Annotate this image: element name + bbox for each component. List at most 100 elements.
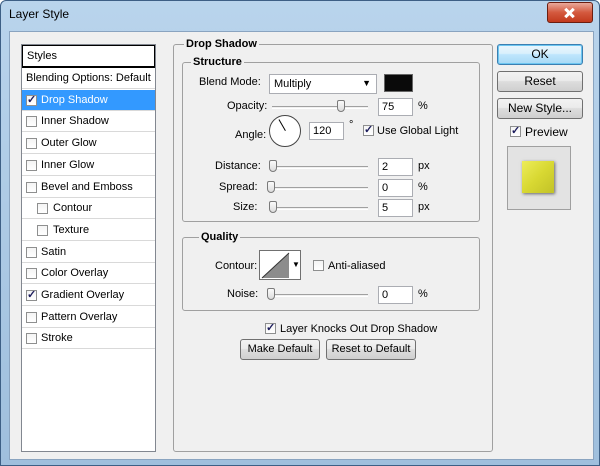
size-slider-thumb[interactable] (269, 201, 277, 213)
style-item-label: Outer Glow (41, 137, 97, 150)
style-checkbox[interactable] (37, 203, 48, 215)
contour-curve-icon (261, 252, 290, 279)
window-title: Layer Style (9, 7, 70, 21)
style-checkbox[interactable] (26, 93, 37, 106)
styles-list-header[interactable]: Styles (22, 45, 155, 68)
style-item-label: Bevel and Emboss (41, 180, 133, 193)
preview-label: Preview (525, 125, 568, 139)
style-item-inner-shadow[interactable]: Inner Shadow (22, 111, 155, 133)
style-item-label: Blending Options: Default (26, 72, 151, 84)
style-item-label: Drop Shadow (41, 93, 108, 106)
style-checkbox[interactable] (26, 159, 37, 171)
distance-input[interactable]: 2 (378, 158, 413, 176)
noise-input[interactable]: 0 (378, 286, 413, 304)
opacity-label: Opacity: (227, 100, 268, 112)
angle-needle (278, 119, 286, 131)
style-item-label: Stroke (41, 332, 73, 345)
style-checkbox[interactable] (26, 138, 37, 150)
style-item-color-overlay[interactable]: Color Overlay (22, 263, 155, 285)
shadow-color-swatch[interactable] (384, 74, 413, 92)
style-item-pattern-overlay[interactable]: Pattern Overlay (22, 307, 155, 328)
size-input[interactable]: 5 (378, 199, 413, 217)
style-item-stroke[interactable]: Stroke (22, 328, 155, 350)
distance-label: Distance: (215, 160, 261, 172)
style-checkbox[interactable] (26, 311, 37, 323)
style-checkbox[interactable] (26, 288, 37, 301)
size-slider-track[interactable] (272, 207, 368, 210)
angle-unit: ° (349, 119, 354, 131)
spread-unit: % (418, 181, 428, 193)
spread-value: 0 (382, 182, 389, 194)
new-style-button[interactable]: New Style... (497, 98, 583, 119)
noise-unit: % (418, 288, 428, 300)
chevron-down-icon: ▼ (292, 260, 300, 269)
title-bar[interactable]: Layer Style (1, 1, 599, 29)
preview-checkbox[interactable] (510, 124, 521, 137)
ok-button[interactable]: OK (497, 44, 583, 65)
style-checkbox[interactable] (26, 268, 37, 280)
angle-value: 120 (313, 125, 332, 137)
styles-header-label: Styles (27, 50, 57, 62)
style-checkbox[interactable] (26, 333, 37, 345)
style-item-label: Inner Glow (41, 158, 95, 171)
style-item-gradient-overlay[interactable]: Gradient Overlay (22, 285, 155, 306)
use-global-light-label: Use Global Light (377, 125, 459, 137)
style-item-label: Texture (53, 223, 90, 236)
spread-input[interactable]: 0 (378, 179, 413, 197)
reset-to-default-button[interactable]: Reset to Default (326, 339, 416, 360)
layer-knocks-out-checkbox[interactable] (265, 321, 276, 334)
noise-value: 0 (382, 289, 389, 301)
size-unit: px (418, 201, 430, 213)
distance-slider-thumb[interactable] (269, 160, 277, 172)
opacity-slider-thumb[interactable] (337, 100, 346, 112)
layer-style-dialog: Layer Style Styles Blending Options: Def… (0, 0, 600, 466)
style-checkbox[interactable] (37, 224, 48, 236)
angle-dial[interactable] (269, 115, 301, 147)
style-item-label: Contour (53, 202, 93, 215)
spread-slider-thumb[interactable] (267, 181, 275, 193)
angle-label: Angle: (235, 129, 267, 141)
style-item-blending-options-default[interactable]: Blending Options: Default (22, 68, 155, 89)
style-checkbox[interactable] (26, 246, 37, 258)
structure-title: Structure (191, 56, 244, 68)
style-item-drop-shadow[interactable]: Drop Shadow (22, 89, 155, 111)
style-item-contour[interactable]: Contour (22, 198, 155, 220)
opacity-input[interactable]: 75 (378, 98, 413, 116)
style-item-inner-glow[interactable]: Inner Glow (22, 155, 155, 176)
style-item-texture[interactable]: Texture (22, 220, 155, 241)
style-item-label: Satin (41, 245, 67, 258)
drop-shadow-panel: Drop Shadow Structure Blend Mode: Multip… (173, 38, 493, 452)
reset-button[interactable]: Reset (497, 71, 583, 92)
spread-slider-track[interactable] (272, 187, 368, 190)
style-item-bevel-and-emboss[interactable]: Bevel and Emboss (22, 177, 155, 198)
angle-input[interactable]: 120 (309, 122, 344, 140)
style-item-satin[interactable]: Satin (22, 242, 155, 263)
style-checkbox[interactable] (26, 181, 37, 193)
opacity-value: 75 (382, 101, 395, 113)
close-button[interactable] (547, 2, 593, 23)
noise-slider-track[interactable] (272, 294, 368, 297)
distance-slider-track[interactable] (272, 166, 368, 169)
blend-mode-select[interactable]: Multiply ▼ (269, 74, 377, 94)
style-item-label: Color Overlay (41, 267, 109, 280)
quality-title: Quality (199, 231, 241, 243)
style-checkbox[interactable] (26, 116, 37, 128)
opacity-unit: % (418, 100, 428, 112)
noise-slider-thumb[interactable] (267, 288, 275, 300)
styles-list: Styles Blending Options: Default Drop Sha… (21, 44, 156, 452)
preview-thumbnail (507, 146, 571, 210)
chevron-down-icon: ▼ (362, 78, 371, 88)
opacity-slider-track[interactable] (272, 106, 368, 109)
anti-aliased-checkbox[interactable] (313, 260, 324, 271)
distance-unit: px (418, 160, 430, 172)
make-default-button[interactable]: Make Default (240, 339, 320, 360)
style-item-outer-glow[interactable]: Outer Glow (22, 133, 155, 155)
blend-mode-value: Multiply (274, 78, 312, 90)
noise-label: Noise: (227, 288, 259, 300)
use-global-light-checkbox[interactable] (363, 123, 374, 136)
contour-picker[interactable]: ▼ (259, 250, 301, 280)
anti-aliased-label: Anti-aliased (328, 260, 386, 272)
preview-swatch (522, 161, 554, 193)
style-item-label: Pattern Overlay (41, 310, 118, 323)
panel-title: Drop Shadow (184, 38, 259, 50)
